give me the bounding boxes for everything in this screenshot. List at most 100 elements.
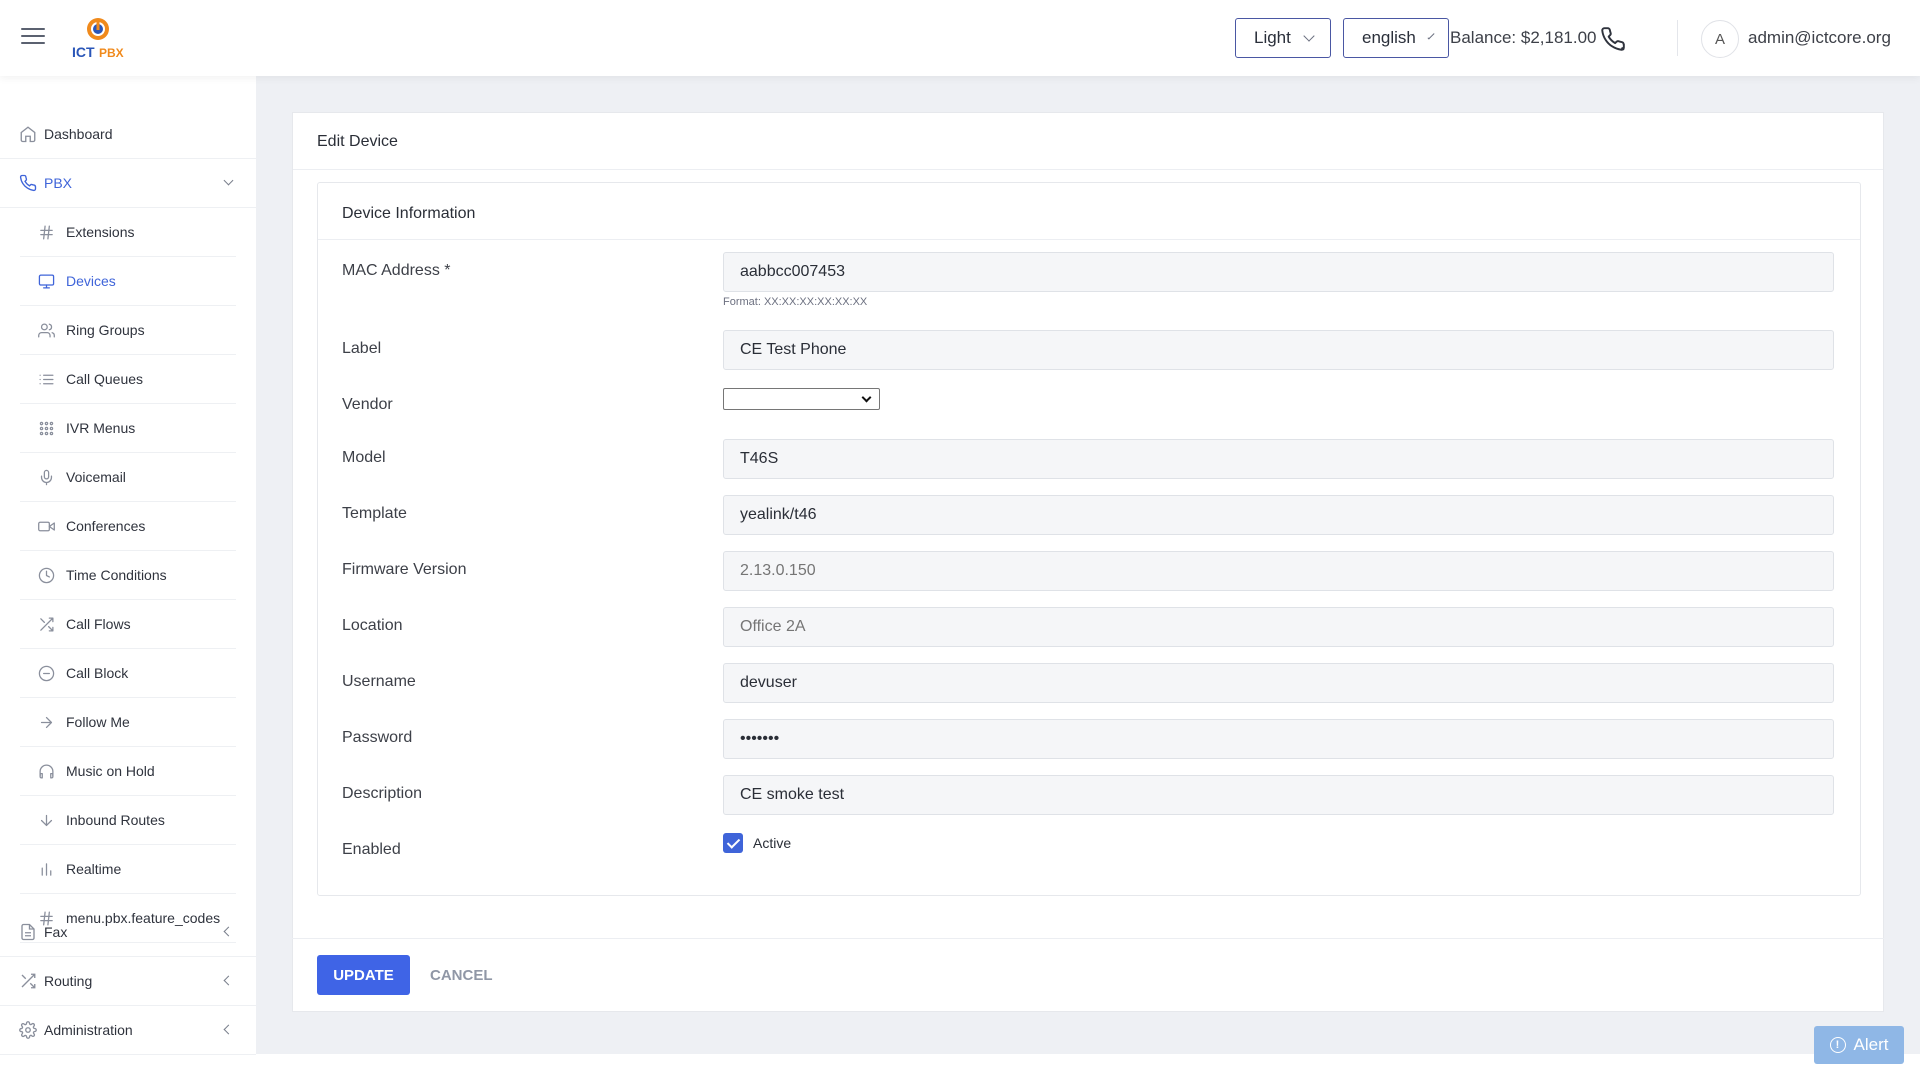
users-icon — [37, 321, 55, 339]
sidebar-item-follow-me[interactable]: Follow Me — [20, 698, 236, 747]
sidebar-item-routing[interactable]: Routing — [0, 957, 256, 1006]
sidebar-item-label: Music on Hold — [66, 763, 155, 779]
location-label: Location — [342, 617, 403, 634]
user-email[interactable]: admin@ictcore.org — [1748, 28, 1891, 48]
sidebar-item-label: PBX — [44, 175, 73, 191]
divider — [318, 239, 1860, 240]
sidebar-item-label: Administration — [44, 1022, 133, 1038]
vendor-select[interactable] — [723, 388, 880, 410]
sidebar-item-label: Routing — [44, 973, 93, 989]
top-header: ICT PBX Light english Balance: $2,181.00… — [0, 0, 1920, 76]
username-label: Username — [342, 673, 416, 690]
sidebar-item-label: Call Queues — [66, 371, 144, 387]
sidebar-item-label: Follow Me — [66, 714, 130, 730]
description-label: Description — [342, 785, 423, 802]
sidebar-item-extensions[interactable]: Extensions — [20, 208, 236, 257]
enabled-checkbox[interactable] — [723, 833, 743, 853]
cancel-button[interactable]: CANCEL — [424, 955, 499, 995]
ictpbx-logo[interactable]: ICT PBX — [70, 16, 126, 60]
sidebar-item-label: Devices — [66, 273, 116, 289]
shuffle-icon — [18, 972, 38, 990]
sidebar: Dashboard PBX Extensions Devices Ring Grou… — [0, 76, 256, 1080]
sidebar-item-label: Time Conditions — [66, 567, 167, 583]
enabled-label: Enabled — [342, 841, 401, 858]
model-input[interactable] — [723, 439, 1834, 479]
phone-status-icon[interactable] — [1600, 26, 1626, 52]
sidebar-item-call-block[interactable]: Call Block — [20, 649, 236, 698]
mac-address-input[interactable] — [723, 252, 1834, 292]
username-input[interactable] — [723, 663, 1834, 703]
mic-icon — [37, 468, 55, 486]
sidebar-item-label: Extensions — [66, 224, 135, 240]
gear-icon — [18, 1021, 38, 1039]
model-label: Model — [342, 449, 386, 466]
sidebar-item-voicemail[interactable]: Voicemail — [20, 453, 236, 502]
balance-text: Balance: $2,181.00 — [1450, 28, 1597, 47]
info-icon: ! — [1829, 1037, 1846, 1053]
sidebar-item-label: Call Block — [66, 665, 129, 681]
home-icon — [18, 125, 38, 143]
arrow-down-icon — [37, 811, 55, 829]
page-title: Edit Device — [317, 133, 398, 150]
monitor-icon — [37, 272, 55, 290]
sidebar-item-music-on-hold[interactable]: Music on Hold — [20, 747, 236, 796]
theme-select[interactable]: Light — [1235, 18, 1331, 58]
update-button[interactable]: UPDATE — [317, 955, 410, 995]
mac-address-label: MAC Address * — [342, 262, 451, 279]
language-select[interactable]: english — [1343, 18, 1449, 58]
sidebar-item-administration[interactable]: Administration — [0, 1006, 256, 1055]
sidebar-item-label: Ring Groups — [66, 322, 145, 338]
template-input[interactable] — [723, 495, 1834, 535]
chevron-down-icon — [1303, 29, 1315, 42]
sidebar-item-label: Inbound Routes — [66, 812, 165, 828]
sidebar-item-ring-groups[interactable]: Ring Groups — [20, 306, 236, 355]
avatar[interactable]: A — [1701, 20, 1739, 58]
minus-circle-icon — [37, 664, 55, 682]
sidebar-item-call-flows[interactable]: Call Flows — [20, 600, 236, 649]
svg-text:ICT: ICT — [72, 44, 95, 60]
sidebar-item-label: Fax — [44, 924, 68, 940]
hamburger-menu-icon[interactable] — [21, 28, 45, 48]
password-input[interactable] — [723, 719, 1834, 759]
firmware-version-input[interactable] — [723, 551, 1834, 591]
label-field-label: Label — [342, 340, 382, 357]
enabled-checkbox-label[interactable]: Active — [753, 835, 791, 851]
alert-button-label: Alert — [1853, 1035, 1889, 1054]
shuffle-icon — [37, 615, 55, 633]
svg-text:PBX: PBX — [99, 46, 124, 60]
sidebar-item-dashboard[interactable]: Dashboard — [0, 110, 256, 159]
password-label: Password — [342, 729, 413, 746]
sidebar-item-label: Voicemail — [66, 469, 126, 485]
clock-icon — [37, 566, 55, 584]
header-divider — [1677, 20, 1678, 56]
language-select-value: english — [1362, 28, 1416, 47]
description-input[interactable] — [723, 775, 1834, 815]
label-input[interactable] — [723, 330, 1834, 370]
template-label: Template — [342, 505, 407, 522]
location-input[interactable] — [723, 607, 1834, 647]
chevron-left-icon — [223, 1024, 234, 1035]
sidebar-item-conferences[interactable]: Conferences — [20, 502, 236, 551]
sidebar-item-realtime[interactable]: Realtime — [20, 845, 236, 894]
section-title: Device Information — [342, 205, 476, 222]
grid-icon — [37, 419, 55, 437]
sidebar-item-label: Realtime — [66, 861, 122, 877]
firmware-version-label: Firmware Version — [342, 561, 467, 578]
chevron-left-icon — [223, 975, 234, 986]
sidebar-item-time-conditions[interactable]: Time Conditions — [20, 551, 236, 600]
headphones-icon — [37, 762, 55, 780]
arrow-right-icon — [37, 713, 55, 731]
file-icon — [18, 923, 38, 941]
sidebar-item-ivr-menus[interactable]: IVR Menus — [20, 404, 236, 453]
alert-button[interactable]: ! Alert — [1814, 1026, 1904, 1064]
theme-select-value: Light — [1254, 28, 1291, 47]
sidebar-item-inbound-routes[interactable]: Inbound Routes — [20, 796, 236, 845]
vendor-label: Vendor — [342, 396, 393, 413]
sidebar-item-pbx[interactable]: PBX — [0, 159, 256, 208]
bar-chart-icon — [37, 860, 55, 878]
mac-format-hint: Format: XX:XX:XX:XX:XX:XX — [723, 296, 868, 308]
chevron-down-icon — [223, 175, 234, 186]
sidebar-item-call-queues[interactable]: Call Queues — [20, 355, 236, 404]
sidebar-item-fax[interactable]: Fax — [0, 908, 256, 957]
sidebar-item-devices[interactable]: Devices — [20, 257, 236, 306]
